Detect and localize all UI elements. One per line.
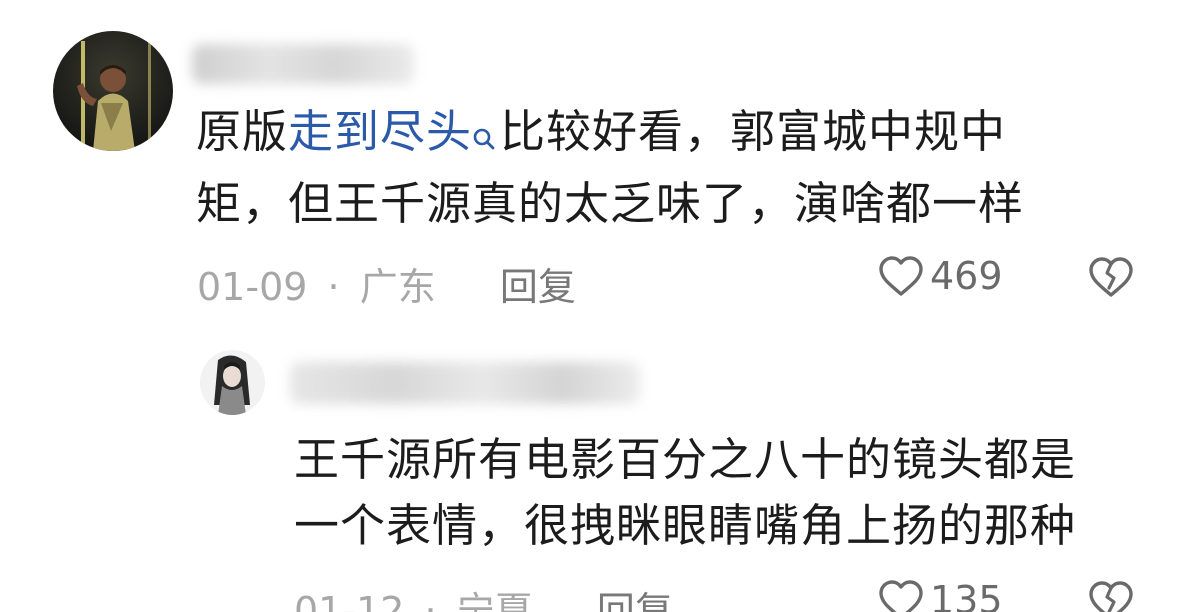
comment-line-1: 原版走到尽头 比较好看，郭富城中规中 <box>196 99 1024 171</box>
comment-line-2: 一个表情，很拽眯眼睛嘴角上扬的那种 <box>294 499 1077 552</box>
search-icon[interactable] <box>472 105 496 171</box>
search-link[interactable]: 走到尽头 <box>288 105 500 158</box>
comment-text-segment: 比较好看，郭富城中规中 <box>500 105 1007 158</box>
comment-location: 宁夏 <box>456 589 533 612</box>
comment-date: 01-12 <box>294 589 405 612</box>
broken-heart-icon[interactable] <box>1088 256 1134 298</box>
like-button[interactable]: 469 <box>878 254 1003 298</box>
username-blurred[interactable] <box>290 362 640 404</box>
comment-thread: 原版走到尽头 比较好看，郭富城中规中 矩，但王千源真的太乏味了，演啥都一样 01-… <box>0 0 1200 612</box>
comment-text-segment: 原版 <box>196 105 289 158</box>
comment-meta: 01-09 · 广东 回复 <box>197 256 576 311</box>
comment-text: 王千源所有电影百分之八十的镜头都是 一个表情，很拽眯眼睛嘴角上扬的那种 <box>294 427 1076 559</box>
reply-button[interactable]: 回复 <box>500 265 576 309</box>
comment-meta: 01-12 · 宁夏 回复 <box>294 580 673 612</box>
heart-icon[interactable] <box>878 579 924 612</box>
like-count: 135 <box>930 578 1003 612</box>
broken-heart-icon[interactable] <box>1088 580 1134 612</box>
heart-icon[interactable] <box>878 255 924 297</box>
dislike-button[interactable] <box>1088 256 1134 302</box>
comment-date: 01-09 <box>197 265 308 309</box>
search-link-label[interactable]: 走到尽头 <box>288 105 472 158</box>
comment-location: 广东 <box>359 265 436 309</box>
meta-separator: · <box>424 589 437 612</box>
username-blurred[interactable] <box>192 44 414 84</box>
like-count: 469 <box>930 254 1003 298</box>
dislike-button[interactable] <box>1088 580 1134 612</box>
reply-button[interactable]: 回复 <box>597 589 673 612</box>
meta-separator: · <box>327 265 340 309</box>
like-button[interactable]: 135 <box>878 578 1003 612</box>
avatar[interactable] <box>200 350 265 415</box>
avatar[interactable] <box>53 31 173 151</box>
comment-line-1: 王千源所有电影百分之八十的镜头都是 <box>294 433 1077 486</box>
comment-text: 原版走到尽头 比较好看，郭富城中规中 矩，但王千源真的太乏味了，演啥都一样 <box>196 99 1024 237</box>
comment-line-2: 矩，但王千源真的太乏味了，演啥都一样 <box>196 177 1025 230</box>
